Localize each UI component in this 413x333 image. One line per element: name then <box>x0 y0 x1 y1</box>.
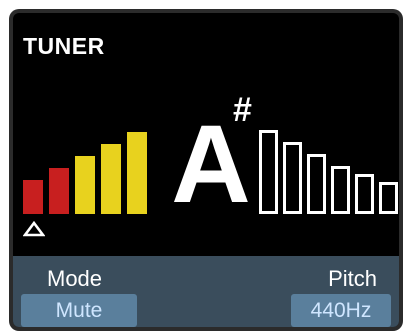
meter-segment-right <box>379 182 398 214</box>
meter-segment-left <box>127 132 147 214</box>
meter-segment-left <box>101 144 121 214</box>
mode-label: Mode <box>47 266 103 291</box>
tuner-device: TUNER A # Mode Pitch Mute 440Hz <box>9 9 403 331</box>
meter-segment-right <box>259 130 278 214</box>
mode-button[interactable]: Mute <box>21 294 137 327</box>
note-letter: A <box>171 103 251 226</box>
meter-segment-left <box>49 168 69 214</box>
meter-segment-right <box>355 174 374 214</box>
triangle-marker-icon <box>23 221 45 237</box>
meter-segment-right <box>331 166 350 214</box>
pitch-label: Pitch <box>328 266 377 291</box>
pitch-button[interactable]: 440Hz <box>291 294 391 327</box>
control-panel: Mode Pitch Mute 440Hz <box>13 256 399 327</box>
meter-segment-left <box>23 180 43 214</box>
screen-title: TUNER <box>23 33 105 59</box>
meter-segment-left <box>75 156 95 214</box>
sharp-symbol: # <box>233 91 252 129</box>
meter-segment-right <box>283 142 302 214</box>
tuner-screen: TUNER A # Mode Pitch Mute 440Hz <box>13 13 399 327</box>
meter-segment-right <box>307 154 326 214</box>
